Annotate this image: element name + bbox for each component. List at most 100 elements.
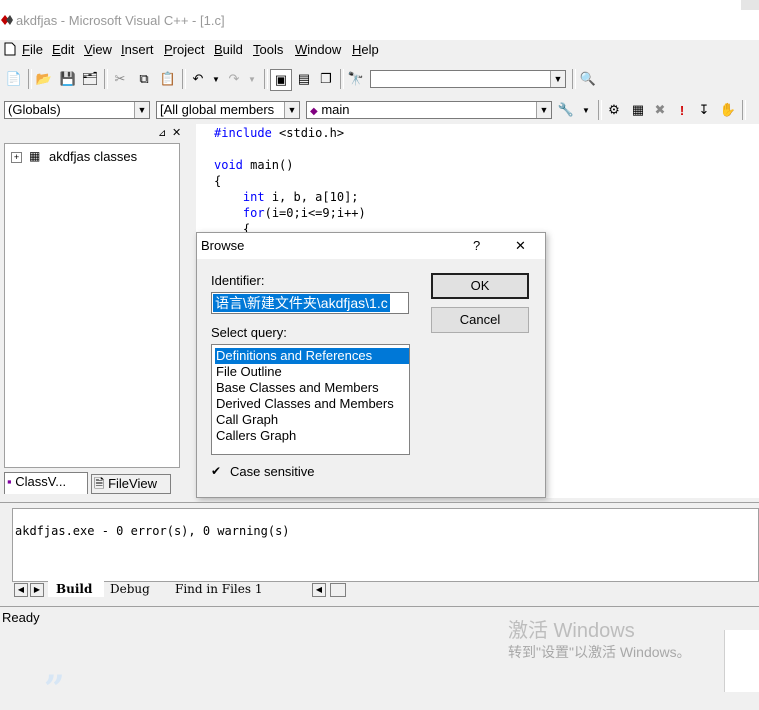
menu-tools[interactable]: Tools — [253, 42, 283, 57]
list-item[interactable]: Base Classes and Members — [215, 380, 409, 396]
find-in-files-icon[interactable]: 🔭 — [346, 69, 366, 89]
menu-build[interactable]: Build — [214, 42, 243, 57]
tab-build[interactable]: Build — [48, 581, 104, 597]
find-combo[interactable]: ▼ — [370, 70, 566, 88]
class-combo-value: (Globals) — [8, 102, 61, 117]
toolbar-separator — [28, 69, 32, 89]
menu-edit[interactable]: Edit — [52, 42, 74, 57]
menu-help[interactable]: Help — [352, 42, 379, 57]
fileview-icon: 🗎 — [94, 476, 105, 491]
output-text-area[interactable]: akdfjas.exe - 0 error(s), 0 warning(s) — [12, 508, 759, 582]
breakpoint-hand-icon[interactable]: ✋ — [718, 100, 738, 120]
dock-icon[interactable]: ⊿ — [158, 128, 166, 139]
redo-icon[interactable]: ↷ — [224, 69, 244, 89]
window-list-icon[interactable]: ❐ — [316, 69, 336, 89]
case-sensitive-checkbox[interactable]: ✔ — [211, 465, 223, 477]
code-line: { — [214, 174, 222, 188]
workspace-toggle-icon[interactable]: ▣ — [270, 69, 292, 91]
tab-fileview[interactable]: 🗎 FileView — [91, 474, 171, 494]
toolbar-separator — [572, 69, 576, 89]
code-line: void main() — [214, 158, 294, 172]
list-item[interactable]: Definitions and References — [215, 348, 409, 364]
go-icon[interactable]: ↧ — [694, 100, 714, 120]
open-folder-icon[interactable]: 📂 — [34, 69, 54, 89]
undo-dropdown-icon[interactable]: ▼ — [206, 69, 226, 89]
chevron-down-icon[interactable]: ▼ — [284, 102, 299, 118]
new-text-file-icon[interactable]: 📄 — [4, 69, 24, 89]
visual-cpp-logo-icon — [1, 15, 13, 25]
classes-icon: ▦ — [29, 149, 41, 163]
expand-icon[interactable]: + — [11, 152, 22, 163]
list-item[interactable]: File Outline — [215, 364, 409, 380]
scroll-right-icon[interactable]: ▶ — [30, 583, 44, 597]
stop-build-icon[interactable]: ✖ — [650, 100, 670, 120]
window-title: akdfjas - Microsoft Visual C++ - [1.c] — [16, 13, 225, 28]
identifier-input[interactable]: 语言\新建文件夹\akdfjas\1.c — [211, 292, 409, 314]
query-listbox[interactable]: Definitions and References File Outline … — [211, 344, 410, 455]
chevron-down-icon[interactable]: ▼ — [134, 102, 149, 118]
tab-classview[interactable]: ▪ ClassV... — [4, 472, 88, 494]
filter-combo[interactable]: [All global members ▼ — [156, 101, 300, 119]
close-icon[interactable]: ✕ — [515, 238, 526, 254]
copy-icon[interactable]: ⧉ — [134, 69, 154, 89]
class-combo[interactable]: (Globals) ▼ — [4, 101, 150, 119]
title-bar: akdfjas - Microsoft Visual C++ - [1.c] — [0, 0, 759, 41]
cancel-button[interactable]: Cancel — [431, 307, 529, 333]
list-item[interactable]: Call Graph — [215, 412, 409, 428]
paste-icon[interactable]: 📋 — [158, 69, 178, 89]
menu-insert[interactable]: Insert — [121, 42, 154, 57]
chevron-down-icon[interactable]: ▼ — [550, 71, 565, 87]
members-combo[interactable]: ◆ main ▼ — [306, 101, 552, 119]
close-icon[interactable]: ✕ — [172, 126, 181, 139]
menu-bar — [0, 40, 759, 62]
function-icon: ◆ — [310, 106, 318, 117]
case-sensitive-label: Case sensitive — [230, 464, 315, 479]
tab-debug[interactable]: Debug — [110, 581, 166, 597]
tab-classview-label: ClassV... — [15, 474, 67, 489]
filter-combo-value: [All global members — [160, 102, 275, 117]
status-text: Ready — [2, 610, 40, 625]
undo-icon[interactable]: ↶ — [188, 69, 208, 89]
chevron-down-icon[interactable]: ▼ — [536, 102, 551, 118]
wizardbar-action-dropdown-icon[interactable]: ▼ — [576, 100, 596, 120]
class-tree[interactable]: + ▦ akdfjas classes — [4, 143, 180, 468]
redo-dropdown-icon[interactable]: ▼ — [242, 69, 262, 89]
members-combo-value: main — [321, 102, 350, 117]
execute-icon[interactable]: ! — [672, 100, 692, 120]
menu-file[interactable]: File — [22, 42, 43, 57]
right-edge-panel — [724, 630, 759, 692]
identifier-value: 语言\新建文件夹\akdfjas\1.c — [213, 294, 390, 312]
hscroll-track[interactable] — [330, 583, 346, 597]
wizardbar-action-icon[interactable]: 🔧 — [556, 100, 576, 120]
window-edge — [741, 0, 759, 10]
select-query-label: Select query: — [211, 325, 287, 340]
document-menu-icon[interactable] — [4, 42, 16, 56]
menu-window[interactable]: Window — [295, 42, 341, 57]
toolbar-separator — [104, 69, 108, 89]
output-toggle-icon[interactable]: ▤ — [294, 69, 314, 89]
build-icon[interactable]: ▦ — [628, 100, 648, 120]
scroll-left-icon[interactable]: ◀ — [14, 583, 28, 597]
list-item[interactable]: Callers Graph — [215, 428, 409, 444]
help-icon[interactable]: ? — [473, 238, 480, 253]
activation-watermark-subtitle: 转到"设置"以激活 Windows。 — [508, 644, 691, 660]
cut-icon[interactable]: ✂ — [110, 69, 130, 89]
save-all-icon[interactable]: 🗂 — [80, 69, 100, 89]
menu-project[interactable]: Project — [164, 42, 204, 57]
toolbar-separator — [598, 100, 602, 120]
tab-find-in-files[interactable]: Find in Files 1 — [175, 581, 295, 597]
find-binoculars-icon[interactable]: 🔍 — [578, 69, 598, 89]
tree-root-label[interactable]: akdfjas classes — [49, 149, 137, 164]
menu-view[interactable]: View — [84, 42, 112, 57]
identifier-label: Identifier: — [211, 273, 265, 288]
build-result-text: akdfjas.exe - 0 error(s), 0 warning(s) — [15, 524, 290, 538]
ok-button[interactable]: OK — [431, 273, 529, 299]
toolbar-separator — [182, 69, 186, 89]
compile-icon[interactable]: ⚙ — [604, 100, 624, 120]
dialog-title: Browse — [201, 238, 245, 253]
classview-icon: ▪ — [7, 474, 12, 489]
hscroll-left-icon[interactable]: ◀ — [312, 583, 326, 597]
toolbar-separator — [742, 100, 746, 120]
list-item[interactable]: Derived Classes and Members — [215, 396, 409, 412]
save-icon[interactable]: 💾 — [58, 69, 78, 89]
